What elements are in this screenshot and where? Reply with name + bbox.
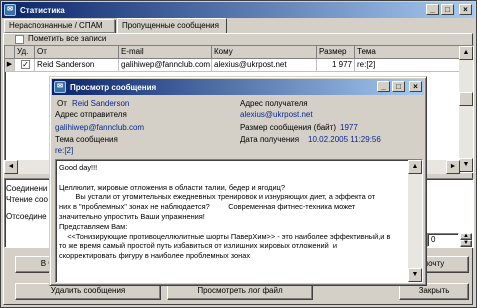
tab-skipped-label: Пропущенные сообщения [122, 21, 219, 30]
size-value: 1977 [340, 123, 358, 132]
col-email[interactable]: E-mail [119, 46, 212, 59]
row-to: alexius@ukrpost.net [212, 59, 317, 72]
grid-scroll-down-icon[interactable]: ▼ [459, 158, 473, 172]
close-button[interactable]: × [459, 4, 472, 15]
sender-address-label: Адрес отправителя [55, 110, 127, 119]
spinner-up-button[interactable]: ▲ [460, 233, 472, 240]
log-line-read: Чтение соо [6, 195, 48, 204]
recipient-label: Адрес получателя [240, 99, 308, 108]
spinner-down-button[interactable]: ▼ [460, 240, 472, 247]
body-vscrollbar[interactable]: ▲ ▼ [408, 160, 422, 282]
subject-label: Тема сообщения [55, 135, 118, 144]
minimize-button[interactable]: _ [426, 4, 439, 15]
message-body-line: <<Тонизирующие противоцеллюлитные шорты … [59, 231, 391, 241]
message-body-line: Представляем Вам: [59, 221, 128, 231]
message-body-line: них в "проблемных" зонах не наблюдается?… [59, 202, 356, 212]
col-from[interactable]: От [35, 46, 119, 59]
row-from: Reid Sanderson [35, 59, 119, 72]
col-size[interactable]: Размер [317, 46, 355, 59]
message-body-line: Целлюлит, жировые отложения в области та… [59, 182, 285, 192]
table-row[interactable]: ▶ ✓ Reid Sanderson galihiwep@fannclub.co… [5, 59, 461, 72]
view-log-label: Просмотреть лог файл [197, 286, 283, 295]
body-scroll-up-icon[interactable]: ▲ [408, 160, 422, 174]
dialog-minimize-button[interactable]: _ [377, 81, 390, 92]
message-body-line: значительно упростить Ваши упражнения! [59, 211, 205, 221]
tab-skipped[interactable]: Пропущенные сообщения [117, 18, 227, 34]
grid-scroll-left-icon[interactable]: ◄ [4, 160, 18, 174]
app-icon: ✉ [4, 4, 16, 16]
close-main-label: Закрыть [418, 286, 450, 295]
row-delete-checkbox[interactable]: ✓ [15, 59, 35, 72]
sender-address-value: galihiwep@fannclub.com [55, 123, 145, 132]
date-value: 10.02.2005 11:29:56 [308, 135, 381, 144]
main-title: Статистика [20, 5, 65, 15]
main-titlebar[interactable]: ✉ Статистика _ □ × [2, 2, 475, 18]
message-body-text: Good day!!! Целлюлит, жировые отложения … [59, 163, 405, 261]
log-line-connect: Соединени [6, 184, 48, 193]
from-label: От [57, 99, 67, 108]
maximize-button[interactable]: □ [441, 4, 454, 15]
size-label: Размер сообщения (байт) [240, 123, 336, 132]
spinner-value: 0 [431, 235, 436, 244]
row-size: 1 977 [317, 59, 355, 72]
grid-vscrollbar[interactable]: ▲ ▼ [459, 46, 473, 172]
col-delete[interactable]: Уд. [15, 46, 35, 59]
dialog-maximize-button[interactable]: □ [392, 81, 405, 92]
mark-all-label: Пометить все записи [28, 34, 107, 43]
log-line-disconnect: Отсоедине [6, 212, 47, 221]
message-body-line: скорректировать фигуру в наиболее пробле… [59, 251, 251, 261]
date-label: Дата получения [240, 135, 300, 144]
subject-value: re:[2] [55, 146, 74, 155]
delete-messages-label: Удалить сообщения [50, 286, 126, 295]
recipient-value: alexius@ukrpost.net [240, 110, 313, 119]
col-to[interactable]: Кому [212, 46, 317, 59]
row-email: galihiwep@fannclub.com [119, 59, 212, 72]
row-indicator: ▶ [5, 59, 15, 72]
row-indicator-header [5, 46, 15, 59]
tab-spam[interactable]: Нераспознанные / СПАМ [4, 19, 115, 33]
message-body-line: Вы устали от утомительных ежедневных тре… [59, 192, 376, 202]
message-body-line [59, 173, 405, 183]
from-value: Reid Sanderson [72, 99, 130, 108]
grid-scroll-up-icon[interactable]: ▲ [459, 46, 473, 60]
message-dialog: ✉ Просмотр сообщения _ □ × От Reid Sande… [49, 76, 427, 286]
dialog-titlebar[interactable]: ✉ Просмотр сообщения _ □ × [52, 79, 424, 95]
body-scroll-down-icon[interactable]: ▼ [408, 268, 422, 282]
spinner-input[interactable]: 0 [427, 233, 459, 247]
col-subject[interactable]: Тема [355, 46, 463, 59]
dialog-close-button[interactable]: × [409, 81, 422, 92]
mark-all-checkbox[interactable] [15, 35, 24, 44]
message-body-line: Good day!!! [59, 163, 98, 172]
dialog-app-icon: ✉ [54, 81, 66, 93]
message-body[interactable]: Good day!!! Целлюлит, жировые отложения … [55, 159, 423, 283]
row-subject: re:[2] [355, 59, 461, 72]
tab-spam-label: Нераспознанные / СПАМ [9, 21, 103, 30]
message-body-line: то же время самый простой путь избавитьс… [59, 241, 338, 251]
dialog-title: Просмотр сообщения [70, 82, 157, 92]
grid-scroll-right-icon[interactable]: ► [446, 160, 460, 174]
grid-scroll-thumb[interactable] [459, 92, 473, 106]
